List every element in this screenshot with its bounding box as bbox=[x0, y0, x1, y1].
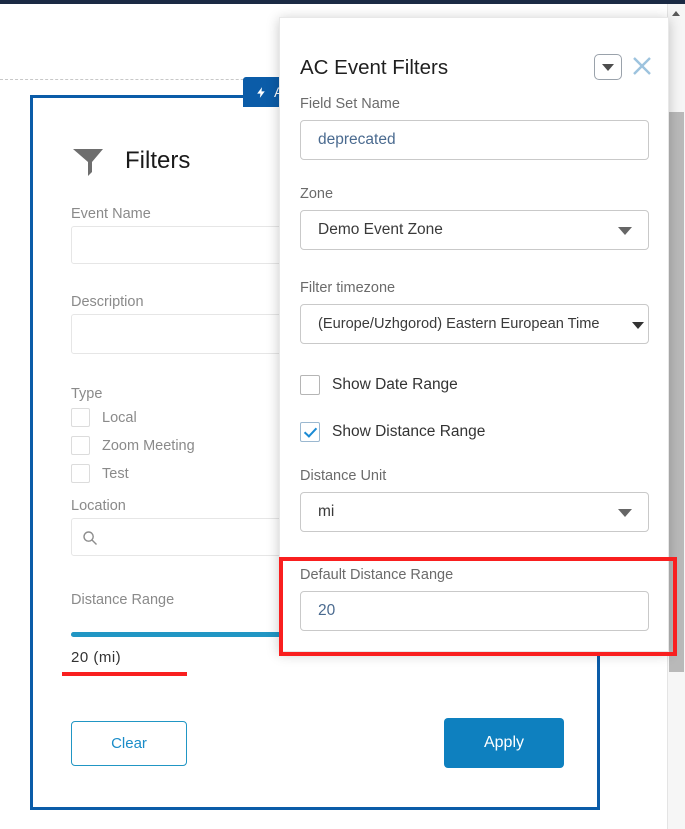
distance-range-value: 20 (mi) bbox=[71, 649, 122, 666]
show-date-range-row[interactable]: Show Date Range bbox=[300, 375, 458, 395]
ac-event-filters-dialog: AC Event Filters Field Set Name deprecat… bbox=[279, 17, 669, 652]
field-set-name-label: Field Set Name bbox=[300, 96, 400, 112]
annotation-underline bbox=[62, 672, 187, 676]
slider-fill bbox=[71, 632, 293, 637]
filter-timezone-label: Filter timezone bbox=[300, 280, 396, 296]
screen-root: A Filters Event Name Description Type Lo… bbox=[0, 0, 685, 829]
distance-unit-label: Distance Unit bbox=[300, 468, 387, 484]
field-set-name-input[interactable]: deprecated bbox=[300, 120, 649, 160]
top-navy-bar bbox=[0, 0, 685, 4]
checkbox-zoom-meeting[interactable] bbox=[71, 436, 90, 455]
type-option-zoom-meeting-label: Zoom Meeting bbox=[102, 437, 195, 454]
clear-button[interactable]: Clear bbox=[71, 721, 187, 766]
search-icon bbox=[83, 531, 97, 545]
zone-label: Zone bbox=[300, 186, 334, 202]
dialog-title: AC Event Filters bbox=[300, 56, 449, 79]
close-icon[interactable] bbox=[628, 52, 656, 80]
zone-select-value: Demo Event Zone bbox=[318, 221, 443, 238]
distance-range-label: Distance Range bbox=[71, 592, 175, 608]
distance-unit-select[interactable]: mi bbox=[300, 492, 649, 532]
scroll-up-arrow-icon[interactable] bbox=[668, 4, 685, 21]
chevron-down-icon-timezone bbox=[632, 322, 644, 329]
type-option-local-label: Local bbox=[102, 409, 137, 426]
chevron-down-icon-zone bbox=[618, 227, 632, 235]
scrollbar-thumb[interactable] bbox=[669, 112, 684, 672]
default-distance-range-input[interactable]: 20 bbox=[300, 591, 649, 631]
type-option-test[interactable]: Test bbox=[71, 464, 129, 483]
show-date-range-label: Show Date Range bbox=[332, 376, 458, 393]
funnel-icon bbox=[73, 149, 103, 176]
distance-unit-select-value: mi bbox=[318, 503, 335, 520]
location-label: Location bbox=[71, 498, 126, 514]
lightning-bolt-icon bbox=[257, 86, 265, 98]
chevron-down-icon-distance-unit bbox=[618, 509, 632, 517]
type-option-test-label: Test bbox=[102, 465, 129, 482]
default-distance-range-label: Default Distance Range bbox=[300, 567, 454, 583]
filter-timezone-select-value: (Europe/Uzhgorod) Eastern European Time bbox=[318, 316, 600, 332]
event-name-label: Event Name bbox=[71, 206, 151, 222]
filters-title: Filters bbox=[125, 147, 191, 174]
type-label: Type bbox=[71, 386, 103, 402]
filters-header: Filters bbox=[71, 146, 190, 176]
dialog-collapse-button[interactable] bbox=[594, 54, 622, 80]
type-option-local[interactable]: Local bbox=[71, 408, 137, 427]
checkbox-show-date-range[interactable] bbox=[300, 375, 320, 395]
type-option-zoom-meeting[interactable]: Zoom Meeting bbox=[71, 436, 195, 455]
checkbox-local[interactable] bbox=[71, 408, 90, 427]
apply-button[interactable]: Apply bbox=[444, 718, 564, 768]
show-distance-range-label: Show Distance Range bbox=[332, 423, 486, 440]
filter-timezone-select[interactable]: (Europe/Uzhgorod) Eastern European Time bbox=[300, 304, 649, 344]
show-distance-range-row[interactable]: Show Distance Range bbox=[300, 422, 485, 442]
zone-select[interactable]: Demo Event Zone bbox=[300, 210, 649, 250]
checkbox-show-distance-range[interactable] bbox=[300, 422, 320, 442]
description-label: Description bbox=[71, 294, 144, 310]
checkbox-test[interactable] bbox=[71, 464, 90, 483]
page-scrollbar[interactable] bbox=[667, 4, 685, 829]
